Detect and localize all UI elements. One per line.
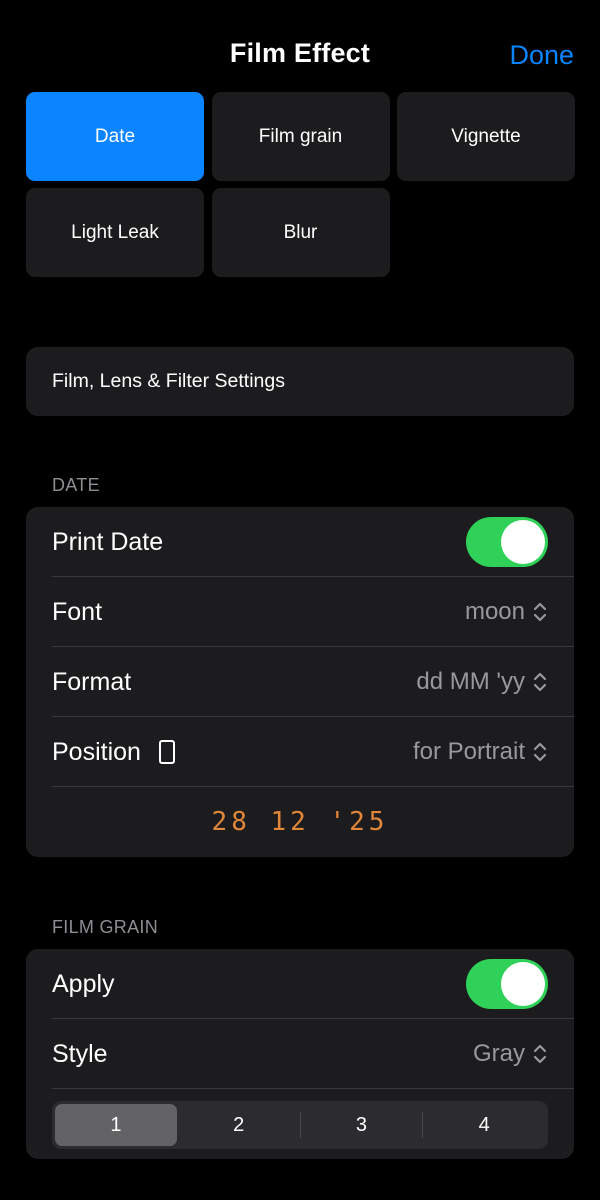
done-button[interactable]: Done — [509, 40, 574, 71]
font-row: Font moon — [26, 577, 574, 647]
effect-vignette-button[interactable]: Vignette — [397, 92, 575, 181]
effect-selector-grid: Date Film grain Vignette Light Leak Blur — [26, 92, 575, 277]
toggle-knob — [501, 520, 545, 564]
format-picker[interactable]: dd MM 'yy — [416, 668, 548, 696]
font-picker[interactable]: moon — [465, 598, 548, 626]
film-lens-filter-settings-button[interactable]: Film, Lens & Filter Settings — [26, 347, 574, 416]
effect-blur-button[interactable]: Blur — [211, 188, 390, 277]
apply-row: Apply — [26, 949, 574, 1019]
film-grain-section-header: FILM GRAIN — [52, 917, 159, 937]
effect-film-grain-button[interactable]: Film grain — [211, 92, 390, 181]
settings-link-label: Film, Lens & Filter Settings — [52, 370, 285, 392]
grain-intensity-option-2[interactable]: 2 — [178, 1104, 300, 1146]
position-label-group: Position — [52, 738, 413, 767]
toggle-knob — [501, 962, 545, 1006]
effect-light-leak-button[interactable]: Light Leak — [26, 188, 204, 277]
format-row: Format dd MM 'yy — [26, 647, 574, 717]
date-section-header: DATE — [52, 475, 100, 495]
chevron-up-down-icon — [533, 742, 547, 762]
font-value: moon — [464, 598, 525, 625]
portrait-orientation-icon — [158, 740, 175, 764]
chevron-up-down-icon — [533, 602, 547, 622]
grain-intensity-option-4[interactable]: 4 — [423, 1104, 545, 1146]
print-date-toggle[interactable] — [466, 517, 548, 567]
position-picker[interactable]: for Portrait — [413, 738, 548, 766]
grain-intensity-option-1[interactable]: 1 — [55, 1104, 177, 1146]
grain-intensity-option-3[interactable]: 3 — [301, 1104, 423, 1146]
chevron-up-down-icon — [533, 672, 547, 692]
position-label: Position — [52, 737, 141, 766]
print-date-row: Print Date — [26, 507, 574, 577]
format-value: dd MM 'yy — [416, 668, 525, 695]
style-label: Style — [52, 1039, 108, 1068]
print-date-label: Print Date — [52, 527, 164, 556]
film-grain-settings-card: Apply Style Gray 1 2 3 4 — [26, 949, 574, 1159]
style-row: Style Gray — [26, 1019, 574, 1089]
position-value: for Portrait — [412, 738, 525, 765]
effect-date-button[interactable]: Date — [26, 92, 204, 181]
apply-film-grain-toggle[interactable] — [466, 959, 548, 1009]
date-settings-card: Print Date Font moon Format dd MM 'yy Po… — [26, 507, 574, 857]
style-value: Gray — [472, 1040, 525, 1067]
apply-label: Apply — [52, 969, 115, 998]
chevron-up-down-icon — [533, 1044, 547, 1064]
date-preview-row: 28 12 '25 — [26, 787, 574, 857]
date-stamp-preview: 28 12 '25 — [211, 807, 389, 837]
position-row: Position for Portrait — [26, 717, 574, 787]
style-picker[interactable]: Gray — [473, 1040, 548, 1068]
grain-intensity-segmented-control: 1 2 3 4 — [52, 1101, 548, 1149]
format-label: Format — [52, 667, 132, 696]
font-label: Font — [52, 597, 103, 626]
